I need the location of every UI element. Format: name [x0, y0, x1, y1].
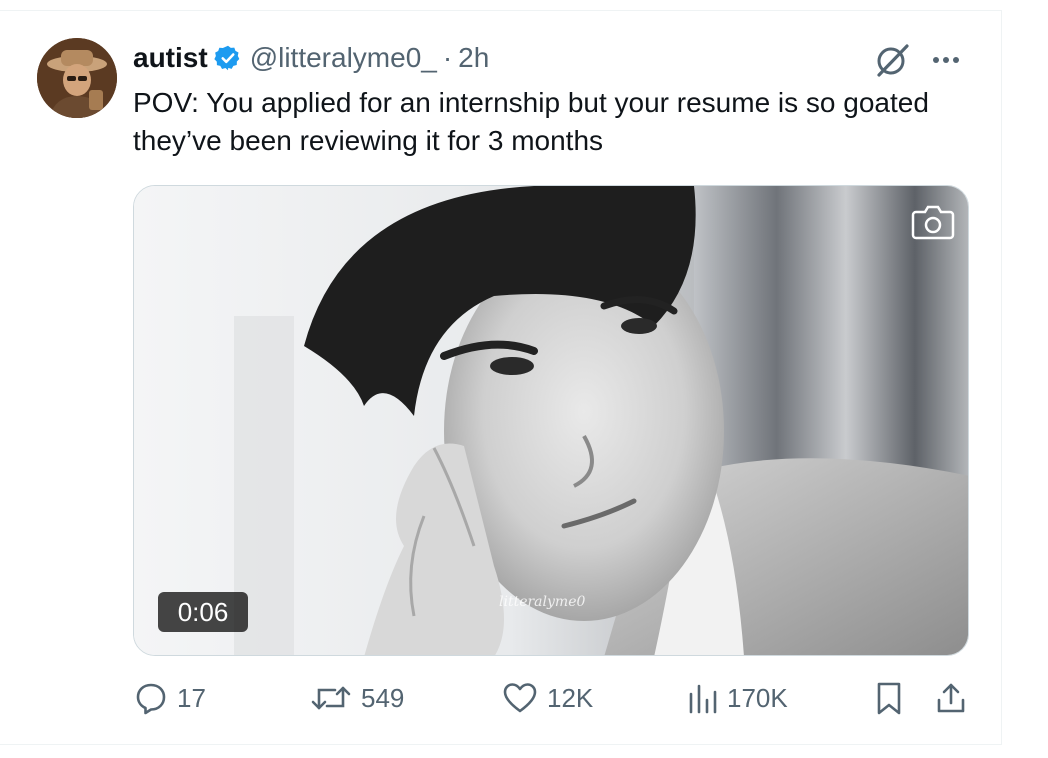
video-duration-badge: 0:06: [158, 592, 248, 632]
camera-icon[interactable]: [910, 202, 956, 242]
views-button[interactable]: 170K: [687, 676, 788, 720]
divider-bottom: [0, 744, 1002, 745]
verified-badge-icon[interactable]: [214, 44, 242, 72]
grok-icon[interactable]: [873, 40, 913, 80]
tweet-text: POV: You applied for an internship but y…: [133, 87, 929, 156]
watermark: litteralyme0: [499, 594, 585, 610]
heart-icon: [503, 683, 537, 713]
tweet-header: autist @litteralyme0_ · 2h: [133, 38, 489, 78]
bookmark-button[interactable]: [873, 676, 905, 720]
tweet-card[interactable]: autist @litteralyme0_ · 2h POV: You appl…: [0, 0, 1048, 758]
views-icon: [689, 684, 717, 714]
video-player[interactable]: litteralyme0 0:06: [133, 185, 969, 656]
repost-button[interactable]: 549: [309, 676, 404, 720]
repost-icon: [311, 686, 351, 710]
video-frame: litteralyme0: [134, 186, 968, 655]
handle[interactable]: @litteralyme0_: [250, 42, 437, 74]
reply-count: 17: [177, 682, 206, 713]
bookmark-icon: [877, 682, 901, 715]
display-name[interactable]: autist: [133, 42, 208, 74]
share-icon: [937, 683, 965, 713]
divider-right: [1001, 10, 1002, 745]
reply-icon: [136, 683, 166, 715]
separator-dot: ·: [442, 42, 453, 73]
more-icon[interactable]: [924, 44, 968, 76]
share-button[interactable]: [933, 676, 969, 720]
repost-count: 549: [361, 682, 405, 713]
avatar[interactable]: [37, 38, 117, 118]
reply-button[interactable]: 17: [133, 676, 206, 720]
divider-top: [0, 10, 1002, 11]
timestamp[interactable]: 2h: [458, 42, 489, 74]
action-bar: 17 549 12K 170K: [133, 676, 973, 720]
avatar-image: [37, 38, 117, 118]
like-button[interactable]: 12K: [501, 676, 593, 720]
like-count: 12K: [547, 682, 594, 713]
views-count: 170K: [727, 682, 788, 713]
